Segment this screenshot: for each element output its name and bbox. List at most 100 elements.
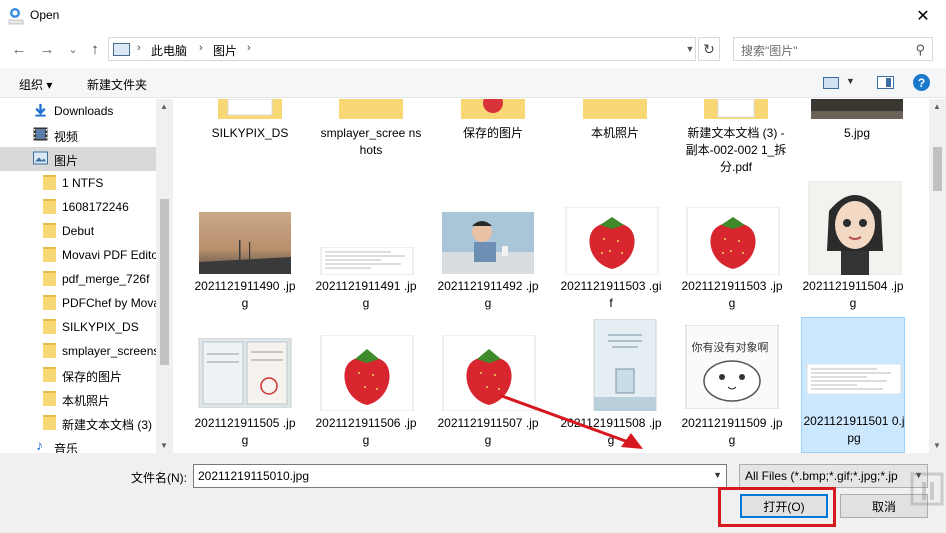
sidebar-item-pictures[interactable]: 图片 [0, 147, 156, 171]
sidebar-item-folder[interactable]: 新建文本文档 (3) [0, 411, 156, 435]
file-name: 本机照片 [590, 126, 639, 140]
file-list-scroll-thumb[interactable] [933, 147, 942, 191]
back-button[interactable]: ← [8, 38, 30, 60]
file-name: 2021121911503 .jpg [681, 279, 783, 310]
view-dropdown-icon[interactable]: ▼ [846, 76, 855, 86]
strawberry-thumbnail [565, 207, 659, 275]
sidebar-item-folder[interactable]: PDFChef by Movavi [0, 291, 156, 315]
sidebar-item-label: 音乐 [54, 442, 79, 453]
file-item[interactable]: 2021121911505 .jpg [193, 335, 297, 453]
refresh-button[interactable]: ↻ [698, 37, 720, 61]
file-item[interactable]: 本机照片 [563, 99, 667, 174]
folder-icon [43, 391, 56, 406]
breadcrumb-this-pc[interactable]: 此电脑 [151, 42, 187, 59]
scroll-up-icon[interactable]: ▲ [933, 102, 941, 111]
annotation-arrow [498, 393, 643, 449]
pictures-icon [33, 151, 48, 165]
file-name: smplayer_scree nshots [320, 126, 422, 157]
file-item[interactable]: 新建文本文档 (3) - 副本-002-002 1_拆分.pdf [684, 99, 788, 174]
up-button[interactable]: ↑ [84, 38, 106, 60]
address-dropdown-icon[interactable]: ▼ [683, 38, 697, 60]
folder-icon [43, 271, 56, 286]
pdf-file-icon [704, 99, 768, 119]
sidebar-item-folder[interactable]: Debut [0, 219, 156, 243]
command-toolbar: 组织 ▾ 新建文件夹 [0, 68, 946, 98]
sidebar-item-folder[interactable]: 1 NTFS [0, 171, 156, 195]
file-list: SILKYPIX_DS smplayer_scree nshots 保存的图片 … [173, 99, 929, 453]
preview-pane-icon[interactable] [877, 76, 894, 89]
breadcrumb-pictures[interactable]: 图片 [213, 42, 237, 59]
folder-icon [43, 223, 56, 238]
sidebar-item-label: SILKYPIX_DS [62, 320, 139, 334]
certificate-thumbnail [198, 338, 292, 408]
new-folder-button[interactable]: 新建文件夹 [87, 76, 147, 93]
folder-icon [43, 175, 56, 190]
help-icon[interactable]: ? [913, 74, 930, 91]
file-item[interactable]: SILKYPIX_DS [198, 99, 302, 174]
sidebar-item-downloads[interactable]: Downloads [0, 99, 156, 123]
close-button[interactable]: ✕ [900, 0, 946, 32]
sidebar-item-folder[interactable]: 本机照片 [0, 387, 156, 411]
highlight-box [718, 487, 836, 527]
file-item[interactable]: 2021121911509 .jpg 你有没有对象啊 [680, 325, 784, 453]
sidebar-item-folder[interactable]: pdf_merge_726f [0, 267, 156, 291]
file-item[interactable]: 2021121911492 .jpg [436, 207, 540, 317]
folder-icon [43, 415, 56, 430]
sidebar-item-folder[interactable]: SILKYPIX_DS [0, 315, 156, 339]
search-icon: ⚲ [915, 42, 925, 57]
sidebar-item-label: Movavi PDF Editor [62, 248, 156, 262]
breadcrumb-separator: › [137, 42, 141, 54]
file-item[interactable]: 2021121911503 .gif [559, 207, 663, 317]
file-item[interactable]: 5.jpg [805, 99, 909, 174]
sidebar-item-folder[interactable]: Movavi PDF Editor [0, 243, 156, 267]
file-item[interactable]: 2021121911503 .jpg [680, 207, 784, 317]
sidebar-item-folder[interactable]: 1608172246 [0, 195, 156, 219]
organize-menu[interactable]: 组织 ▾ [19, 76, 52, 93]
strawberry-thumbnail [686, 207, 780, 275]
sidebar-item-label: 新建文本文档 (3) [62, 418, 153, 432]
file-name: 2021121911505 .jpg [194, 416, 296, 447]
file-item[interactable]: 2021121911506 .jpg [314, 335, 418, 453]
file-name: SILKYPIX_DS [211, 126, 289, 140]
folder-icon [43, 199, 56, 214]
sidebar-item-label: smplayer_screenshots [62, 344, 156, 358]
forward-button[interactable]: → [36, 38, 58, 60]
view-options-icon[interactable] [823, 77, 839, 89]
address-bar[interactable]: › 此电脑 › 图片 › [108, 37, 696, 61]
file-item[interactable]: 2021121911490 .jpg [193, 207, 297, 317]
breadcrumb-separator: › [199, 42, 203, 54]
file-name: 2021121911506 .jpg [315, 416, 417, 447]
file-item-selected[interactable]: 2021121911501 0.jpg [801, 317, 905, 453]
landscape-thumbnail [199, 212, 291, 274]
scroll-up-icon[interactable]: ▲ [160, 102, 168, 111]
folder-icon [43, 295, 56, 310]
sidebar-scroll-thumb[interactable] [160, 199, 169, 365]
search-input[interactable]: 搜索"图片" ⚲ [733, 37, 933, 61]
scroll-down-icon[interactable]: ▼ [160, 441, 168, 450]
sidebar-item-folder[interactable]: smplayer_screenshots [0, 339, 156, 363]
sidebar-item-label: 视频 [54, 130, 79, 144]
file-name: 2021121911504 .jpg [802, 279, 904, 310]
search-placeholder: 搜索"图片" [741, 44, 798, 58]
file-name: 保存的图片 [462, 126, 523, 140]
recent-locations-button[interactable]: ⌄ [62, 38, 84, 60]
file-item[interactable]: smplayer_scree nshots [319, 99, 423, 174]
file-name: 2021121911509 .jpg [681, 416, 783, 447]
scroll-down-icon[interactable]: ▼ [933, 441, 941, 450]
chevron-down-icon[interactable]: ▼ [713, 470, 722, 480]
file-item[interactable]: 2021121911491 .jpg [314, 207, 418, 317]
file-name: 2021121911490 .jpg [194, 279, 296, 310]
filename-input[interactable]: 20211219115010.jpg ▼ [193, 464, 727, 488]
sidebar-item-folder[interactable]: 保存的图片 [0, 363, 156, 387]
sidebar-item-videos[interactable]: 视频 [0, 123, 156, 147]
file-item[interactable]: 保存的图片 [441, 99, 545, 174]
strawberry-thumbnail [320, 335, 414, 411]
file-name: 5.jpg [843, 126, 871, 140]
video-icon [33, 127, 48, 141]
sidebar-item-label: PDFChef by Movavi [62, 296, 156, 310]
meme-caption: 你有没有对象啊 [691, 342, 769, 354]
meme-thumbnail [685, 325, 779, 409]
sidebar-item-music[interactable]: ♪ 音乐 [0, 435, 156, 453]
folder-icon [43, 343, 56, 358]
file-item[interactable]: 2021121911504 .jpg [801, 181, 905, 317]
